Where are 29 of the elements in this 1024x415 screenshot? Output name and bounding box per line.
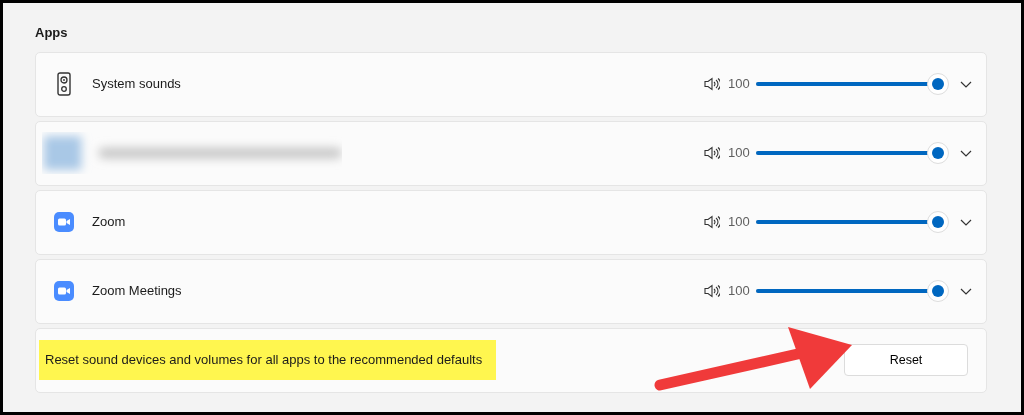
app-name: Zoom (92, 213, 126, 232)
video-camera-icon (54, 212, 74, 232)
volume-slider[interactable] (756, 211, 949, 233)
volume-value: 100 (728, 75, 751, 94)
volume-icon[interactable] (704, 284, 720, 298)
volume-value: 100 (728, 144, 751, 163)
volume-icon[interactable] (704, 77, 720, 91)
reset-button[interactable]: Reset (844, 344, 968, 376)
slider-thumb[interactable] (927, 280, 949, 302)
video-camera-icon (54, 281, 74, 301)
app-name: Zoom Meetings (92, 282, 182, 301)
volume-value: 100 (728, 213, 751, 232)
chevron-down-icon[interactable] (960, 149, 972, 157)
volume-slider[interactable] (756, 73, 949, 95)
slider-thumb[interactable] (927, 142, 949, 164)
chevron-down-icon[interactable] (960, 80, 972, 88)
reset-description: Reset sound devices and volumes for all apps to the recommended defaults (39, 340, 497, 380)
section-title: Apps (35, 24, 68, 42)
volume-value: 100 (728, 282, 751, 301)
chevron-down-icon[interactable] (960, 287, 972, 295)
speaker-icon (57, 72, 71, 96)
volume-slider[interactable] (756, 142, 949, 164)
slider-thumb[interactable] (927, 211, 949, 233)
volume-slider[interactable] (756, 280, 949, 302)
slider-thumb[interactable] (927, 73, 949, 95)
volume-icon[interactable] (704, 146, 720, 160)
volume-icon[interactable] (704, 215, 720, 229)
chevron-down-icon[interactable] (960, 218, 972, 226)
app-name: System sounds (92, 75, 181, 94)
